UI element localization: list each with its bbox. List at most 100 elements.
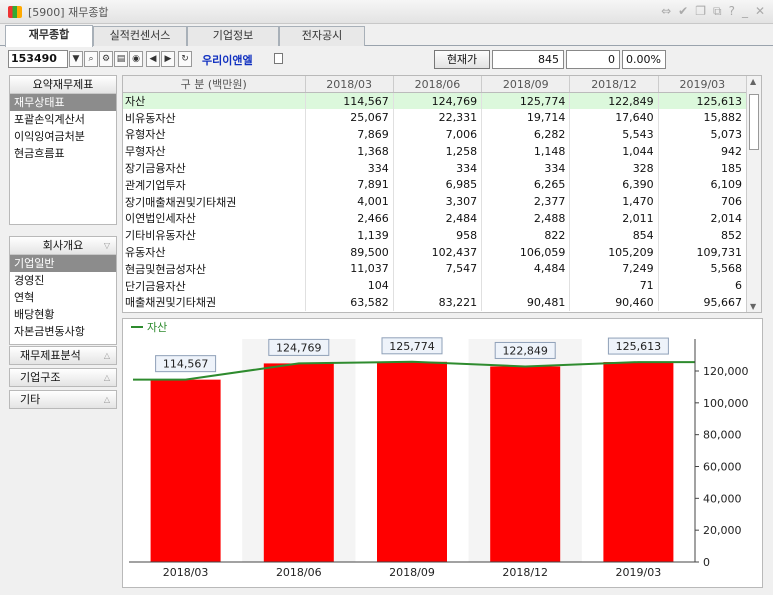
menu-item-retained-earnings[interactable]: 이익잉여금처분 — [10, 128, 116, 145]
value-label: 125,774 — [389, 340, 435, 353]
search-icon[interactable]: ⌕ — [84, 51, 98, 67]
section-label: 기업구조 — [20, 371, 61, 384]
column-header-period: 2018/03 — [305, 76, 394, 93]
table-row[interactable]: 비유동자산 25,067 22,331 19,714 17,640 15,882 — [123, 109, 748, 127]
table-scrollbar[interactable]: ▲ ▼ — [746, 76, 761, 312]
section-label: 기타 — [20, 393, 41, 406]
table-row[interactable]: 무형자산 1,368 1,258 1,148 1,044 942 — [123, 142, 748, 160]
chart-bar — [490, 366, 561, 562]
table-cell: 6,985 — [393, 176, 483, 194]
table-cell: 89,500 — [305, 243, 394, 261]
table-row[interactable]: 기타비유동자산 1,139 958 822 854 852 — [123, 226, 748, 244]
menu-item-management[interactable]: 경영진 — [10, 272, 116, 289]
refresh-icon[interactable]: ↻ — [178, 51, 192, 67]
help-icon[interactable]: ? — [729, 4, 735, 19]
row-label: 유형자산 — [123, 126, 306, 143]
scroll-up-icon[interactable]: ▲ — [750, 77, 756, 86]
minimize-icon[interactable]: _ — [742, 4, 748, 19]
table-row[interactable]: 장기매출채권및기타채권 4,001 3,307 2,377 1,470 706 — [123, 193, 748, 211]
table-cell: 2,466 — [305, 210, 394, 227]
copy-icon[interactable]: ❐ — [695, 4, 706, 19]
tab-financial-summary[interactable]: 재무종합 — [5, 25, 93, 47]
table-cell: 706 — [658, 193, 748, 211]
table-cell: 958 — [393, 226, 483, 244]
menu-item-general[interactable]: 기업일반 — [10, 255, 116, 272]
table-row[interactable]: 유동자산 89,500 102,437 106,059 105,209 109,731 — [123, 243, 748, 261]
table-row[interactable]: 매출채권및기타채권 63,582 83,221 90,481 90,460 95,667 — [123, 294, 748, 311]
window-icon[interactable]: ⧉ — [713, 4, 722, 19]
table-row[interactable]: 장기금융자산 334 334 334 328 185 — [123, 159, 748, 177]
row-label: 이연법인세자산 — [123, 210, 306, 227]
company-menu-header[interactable]: 회사개요 ▽ — [10, 237, 116, 255]
tab-consensus[interactable]: 실적컨센서스 — [93, 26, 187, 46]
row-label: 유동자산 — [123, 243, 306, 261]
y-tick-label: 60,000 — [703, 461, 742, 474]
chevron-down-icon[interactable]: ▽ — [104, 237, 110, 255]
eye-icon[interactable]: ◉ — [129, 51, 143, 67]
asset-chart: 자산 114,567 2018/03 124,769 2018/06 125,774 201… — [122, 318, 763, 588]
table-row[interactable]: 단기금융자산 104 71 6 — [123, 277, 748, 295]
table-cell: 1,258 — [393, 142, 483, 160]
scroll-down-icon[interactable]: ▼ — [750, 302, 756, 311]
close-icon[interactable]: ✕ — [755, 4, 765, 19]
x-tick-label: 2019/03 — [616, 566, 662, 579]
menu-item-balance-sheet[interactable]: 재무상태표 — [10, 94, 116, 111]
y-tick-label: 20,000 — [703, 524, 742, 537]
gear-icon[interactable]: ⚙ — [99, 51, 113, 67]
table-row[interactable]: 자산 114,567 124,769 125,774 122,849 125,613 — [123, 92, 748, 110]
stock-code-input[interactable]: 153490 — [8, 50, 68, 68]
table-row[interactable]: 유형자산 7,869 7,006 6,282 5,543 5,073 — [123, 126, 748, 143]
table-cell: 122,849 — [569, 92, 659, 110]
table-cell: 334 — [481, 159, 571, 177]
menu-item-cash-flow[interactable]: 현금흐름표 — [10, 145, 116, 162]
menu-item-capital-changes[interactable]: 자본금변동사항 — [10, 323, 116, 340]
table-cell: 6,109 — [658, 176, 748, 194]
table-cell: 1,368 — [305, 142, 394, 160]
table-row[interactable]: 이연법인세자산 2,466 2,484 2,488 2,011 2,014 — [123, 210, 748, 227]
menu-item-history[interactable]: 연혁 — [10, 289, 116, 306]
section-financial-analysis[interactable]: 재무제표분석 △ — [9, 346, 117, 365]
row-label: 관계기업투자 — [123, 176, 306, 194]
app-icon — [8, 5, 22, 18]
table-cell: 2,014 — [658, 210, 748, 227]
company-name: 우리이앤엘 — [202, 54, 253, 67]
table-cell: 5,073 — [658, 126, 748, 143]
table-cell: 2,488 — [481, 210, 571, 227]
table-cell: 15,882 — [658, 109, 748, 127]
link-icon[interactable]: ⇔ — [661, 4, 671, 19]
print-icon[interactable]: ▤ — [114, 51, 128, 67]
menu-item-income-statement[interactable]: 포괄손익계산서 — [10, 111, 116, 128]
table-cell: 106,059 — [481, 243, 571, 261]
scroll-thumb[interactable] — [749, 94, 759, 150]
table-cell: 3,307 — [393, 193, 483, 211]
table-cell: 6,282 — [481, 126, 571, 143]
next-arrow-icon[interactable]: ▶ — [161, 51, 175, 67]
menu-item-dividends[interactable]: 배당현황 — [10, 306, 116, 323]
table-cell: 7,869 — [305, 126, 394, 143]
row-label: 매출채권및기타채권 — [123, 294, 306, 311]
chevron-up-icon: △ — [103, 373, 110, 382]
row-label: 장기매출채권및기타채권 — [123, 193, 306, 211]
check-icon[interactable]: ✔ — [678, 4, 688, 19]
change-value: 0 — [566, 50, 620, 69]
dropdown-arrow-icon[interactable]: ▼ — [69, 51, 83, 67]
table-cell: 102,437 — [393, 243, 483, 261]
toolbar: 153490 ▼ ⌕ ⚙ ▤ ◉ ◀ ▶ ↻ 우리이앤엘 현재가 845 0 0… — [4, 49, 770, 71]
tab-disclosure[interactable]: 전자공시 — [279, 26, 365, 46]
prev-arrow-icon[interactable]: ◀ — [146, 51, 160, 67]
table-cell: 105,209 — [569, 243, 659, 261]
table-cell: 2,484 — [393, 210, 483, 227]
section-other[interactable]: 기타 △ — [9, 390, 117, 409]
current-price-button[interactable]: 현재가 — [434, 50, 490, 69]
table-cell: 125,774 — [481, 92, 571, 110]
table-row[interactable]: 관계기업투자 7,891 6,985 6,265 6,390 6,109 — [123, 176, 748, 194]
table-cell: 5,568 — [658, 260, 748, 278]
y-tick-label: 100,000 — [703, 397, 749, 410]
change-rate-value: 0.00% — [622, 50, 666, 69]
table-cell: 63,582 — [305, 294, 394, 311]
document-icon[interactable] — [274, 53, 283, 64]
table-cell: 6,390 — [569, 176, 659, 194]
section-corporate-structure[interactable]: 기업구조 △ — [9, 368, 117, 387]
tab-company-info[interactable]: 기업정보 — [187, 26, 279, 46]
table-row[interactable]: 현금및현금성자산 11,037 7,547 4,484 7,249 5,568 — [123, 260, 748, 278]
